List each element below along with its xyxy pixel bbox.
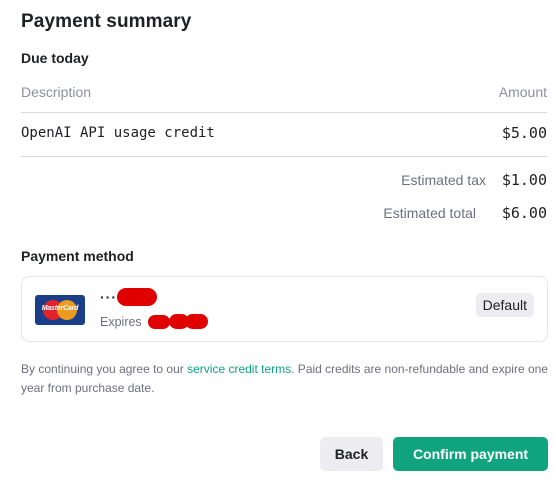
redaction-mark — [117, 288, 157, 306]
estimated-total-value: $6.00 — [501, 204, 547, 222]
mastercard-logo-icon: MasterCard — [35, 295, 85, 325]
estimated-tax-value: $1.00 — [501, 171, 547, 189]
payment-card[interactable]: MasterCard ···· Expires Default — [21, 276, 548, 342]
card-brand-text: MasterCard — [41, 305, 79, 312]
estimated-tax-label: Estimated tax — [401, 172, 486, 188]
terms-notice: By continuing you agree to our service c… — [21, 360, 551, 398]
confirm-payment-button[interactable]: Confirm payment — [393, 437, 548, 471]
redaction-mark — [148, 315, 170, 329]
line-item-description: OpenAI API usage credit — [21, 125, 215, 141]
page-title: Payment summary — [21, 11, 192, 32]
card-expiry-label: Expires — [100, 315, 142, 329]
payment-method-heading: Payment method — [21, 248, 134, 264]
amount-column-header: Amount — [498, 84, 547, 100]
header-divider — [21, 112, 547, 113]
line-item-amount: $5.00 — [501, 124, 547, 142]
estimated-total-label: Estimated total — [383, 205, 476, 221]
terms-prefix: By continuing you agree to our — [21, 362, 188, 376]
back-button[interactable]: Back — [320, 437, 383, 471]
default-badge: Default — [475, 293, 534, 317]
description-column-header: Description — [21, 84, 92, 100]
service-credit-terms-link[interactable]: service credit terms — [187, 362, 291, 376]
redaction-mark — [185, 314, 208, 329]
due-today-heading: Due today — [21, 50, 89, 66]
line-item-divider — [21, 156, 547, 157]
